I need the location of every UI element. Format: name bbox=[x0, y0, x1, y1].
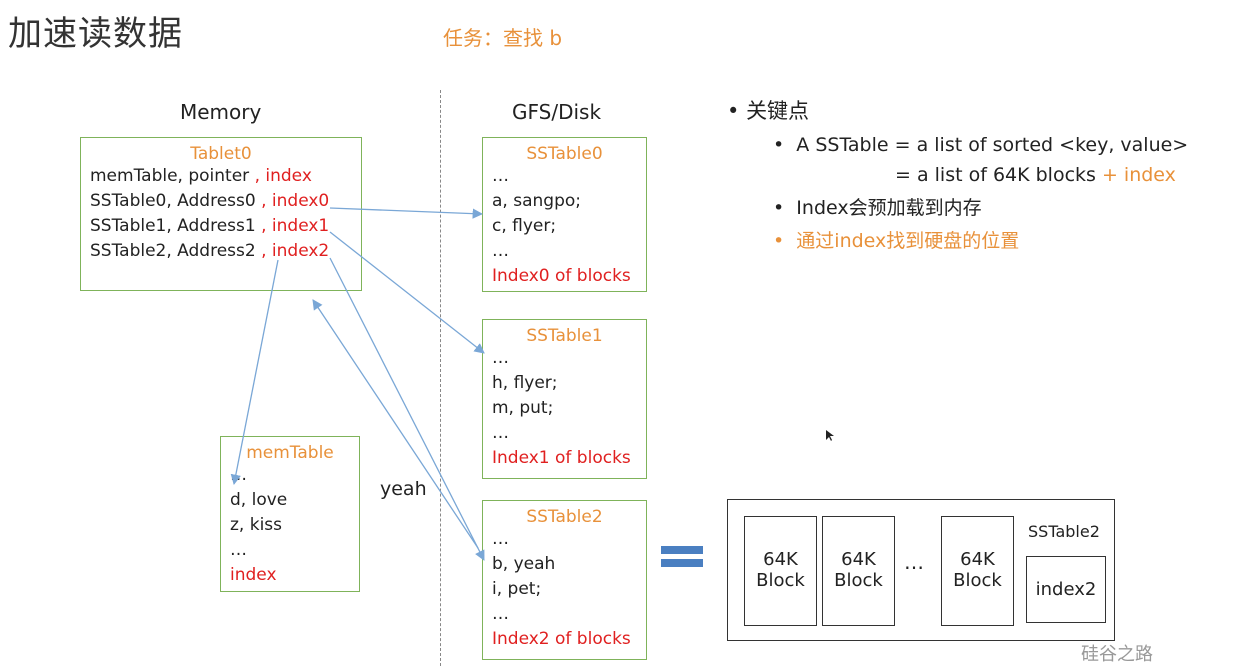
index2-block: index2 bbox=[1026, 556, 1106, 623]
key-point-text: A SSTable = a list of sorted <key, value… bbox=[796, 134, 1189, 156]
key-points: • 关键点 bbox=[727, 95, 809, 125]
equals-bar-bottom bbox=[661, 559, 703, 567]
block-label: Block bbox=[756, 570, 805, 591]
key-point-text: = a list of 64K blocks bbox=[895, 164, 1102, 186]
blocks-ellipsis: … bbox=[904, 550, 924, 574]
equals-bar-top bbox=[661, 546, 703, 554]
key-point-item: • 通过index找到硬盘的位置 bbox=[773, 230, 1020, 252]
sstable2-detail-label: SSTable2 bbox=[1028, 522, 1100, 541]
key-point-text: Index会预加载到内存 bbox=[796, 197, 982, 219]
key-points-heading: • 关键点 bbox=[727, 99, 810, 123]
watermark: 硅谷之路 bbox=[1081, 644, 1153, 665]
key-point-orange-text: + index bbox=[1101, 164, 1176, 186]
arrow-index0-to-sstable0 bbox=[329, 207, 484, 219]
mouse-cursor-icon bbox=[826, 430, 834, 441]
key-point-item: • Index会预加载到内存 bbox=[773, 197, 982, 219]
arrow-index2-to-sstable2 bbox=[329, 257, 485, 561]
key-point-item: • A SSTable = a list of sorted <key, val… bbox=[773, 134, 1189, 156]
sstable2-detail-box: 64K Block 64K Block … 64K Block SSTable2… bbox=[727, 499, 1115, 641]
block-size: 64K bbox=[960, 549, 995, 570]
arrow-index1-to-sstable1 bbox=[329, 231, 485, 354]
key-point-text: 通过index找到硬盘的位置 bbox=[796, 230, 1020, 252]
key-points-heading-text: 关键点 bbox=[746, 99, 810, 123]
block-64k: 64K Block bbox=[822, 516, 895, 626]
index2-label: index2 bbox=[1035, 579, 1097, 600]
block-size: 64K bbox=[841, 549, 876, 570]
arrow-tablet0-to-memtable bbox=[230, 259, 279, 486]
block-64k: 64K Block bbox=[744, 516, 817, 626]
arrow-yeah-to-tablet0 bbox=[312, 299, 479, 549]
key-point-item-continued: = a list of 64K blocks + index bbox=[773, 160, 1188, 190]
block-label: Block bbox=[834, 570, 883, 591]
block-64k: 64K Block bbox=[941, 516, 1014, 626]
block-size: 64K bbox=[763, 549, 798, 570]
block-label: Block bbox=[953, 570, 1002, 591]
key-points-items: • A SSTable = a list of sorted <key, val… bbox=[773, 130, 1188, 256]
